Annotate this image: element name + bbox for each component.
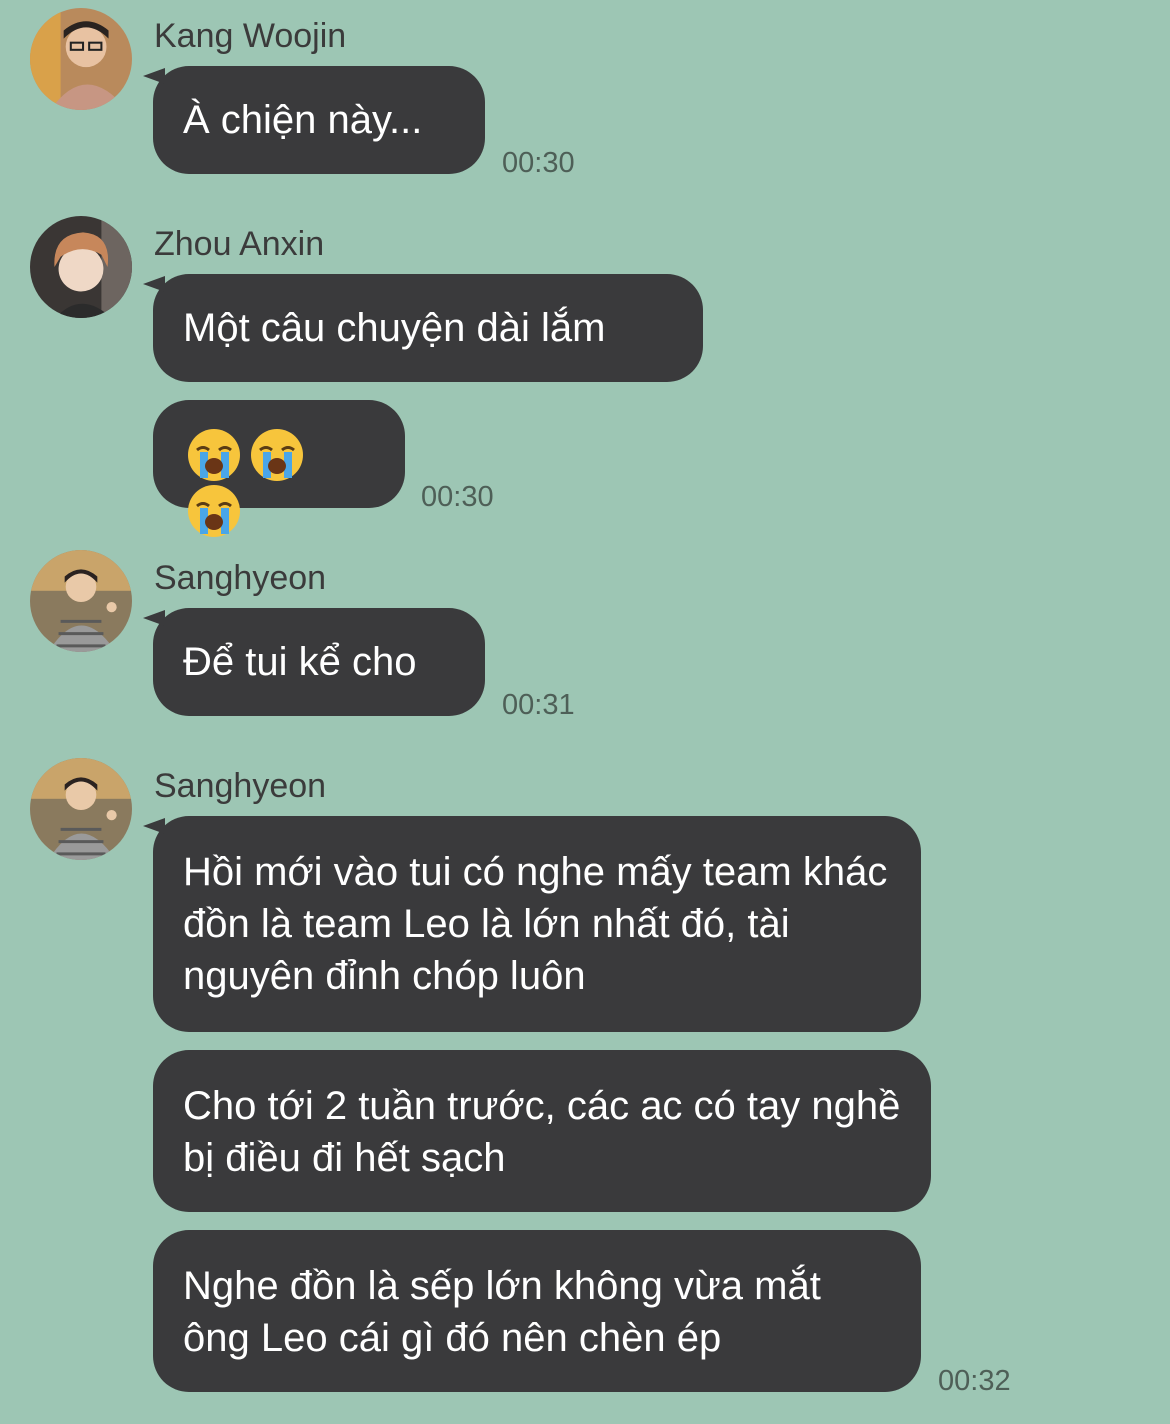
- sender-name: Zhou Anxin: [154, 225, 325, 263]
- loudly-crying-face-icon: [251, 429, 303, 482]
- avatar-zhou-anxin[interactable]: [30, 216, 132, 318]
- message-bubble[interactable]: Nghe đồn là sếp lớn không vừa mắt ông Le…: [153, 1230, 921, 1392]
- message-text: Một câu chuyện dài lắm: [183, 306, 606, 350]
- message-time: 00:30: [421, 481, 494, 513]
- message-bubble[interactable]: Hồi mới vào tui có nghe mấy team khác đồ…: [153, 816, 921, 1032]
- loudly-crying-face-icon: [188, 484, 240, 537]
- sender-name: Kang Woojin: [154, 17, 347, 55]
- message-bubble[interactable]: Cho tới 2 tuần trước, các ac có tay nghề…: [153, 1050, 931, 1212]
- avatar-sanghyeon[interactable]: [30, 550, 132, 652]
- loudly-crying-face-icon: [188, 429, 240, 482]
- message-time: 00:30: [502, 147, 575, 179]
- avatar-sanghyeon[interactable]: [30, 758, 132, 860]
- message-time: 00:32: [938, 1365, 1011, 1397]
- message-text: Cho tới 2 tuần trước, các ac có tay nghề…: [183, 1084, 901, 1180]
- message-text: Hồi mới vào tui có nghe mấy team khác đồ…: [183, 850, 888, 998]
- sender-name: Sanghyeon: [154, 559, 327, 597]
- message-bubble[interactable]: Một câu chuyện dài lắm: [153, 274, 703, 382]
- message-bubble[interactable]: Để tui kể cho: [153, 608, 485, 716]
- message-text: Để tui kể cho: [183, 640, 417, 684]
- message-bubble[interactable]: À chiện này...: [153, 66, 485, 174]
- avatar-kang-woojin[interactable]: [30, 8, 132, 110]
- message-text: À chiện này...: [183, 98, 423, 142]
- message-bubble-emoji[interactable]: 😭😭😭: [153, 400, 405, 537]
- message-text: Nghe đồn là sếp lớn không vừa mắt ông Le…: [183, 1264, 821, 1360]
- sender-name: Sanghyeon: [154, 767, 327, 805]
- message-time: 00:31: [502, 689, 575, 721]
